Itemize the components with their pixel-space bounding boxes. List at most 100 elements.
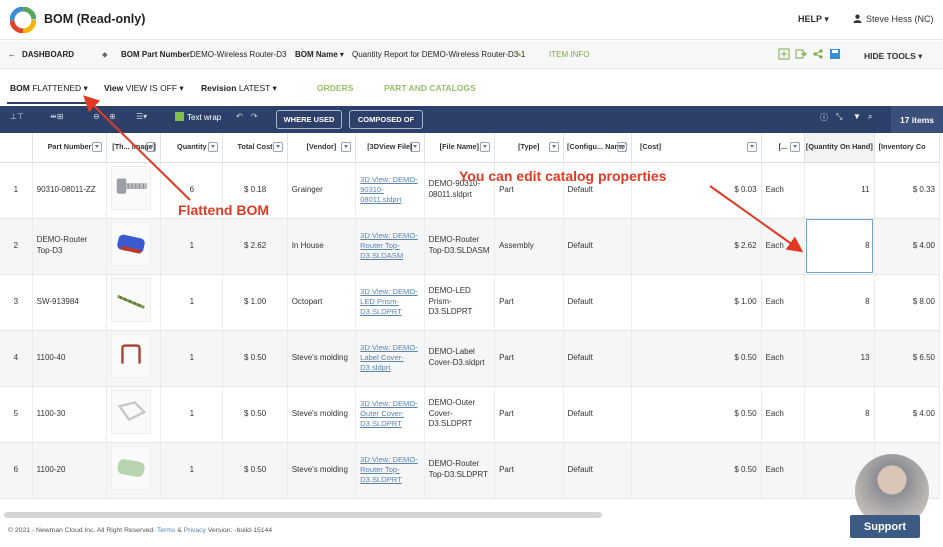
quantity-on-hand-cell[interactable]: 13 [804, 330, 875, 387]
hide-tools-button[interactable]: HIDE TOOLS ▾ [864, 51, 922, 62]
col-header-part-number[interactable]: Part Number [32, 133, 108, 163]
cost-cell[interactable]: $ 1.00 [631, 274, 762, 331]
filter-dropdown-icon[interactable] [790, 142, 801, 152]
quantity-cell[interactable]: 1 [160, 274, 224, 331]
revision-dropdown[interactable]: Revision LATEST ▾ [201, 83, 277, 94]
3dview-link[interactable]: 3D View: DEMO-Router Top-D3.SLDASM [355, 218, 425, 275]
vendor-cell[interactable]: Steve's molding [287, 330, 357, 387]
table-row[interactable]: 3 SW-913984 1 $ 1.00 Octopart 3D View: D… [0, 274, 941, 331]
3dview-link[interactable]: 3D View: DEMO-Router Top-D3.SLDPRT [355, 442, 425, 499]
undo-icon[interactable]: ↶ [236, 112, 243, 127]
quantity-on-hand-cell[interactable]: 8 [804, 386, 875, 443]
back-arrow-icon[interactable]: ← [8, 50, 16, 59]
3dview-link[interactable]: 3D View: DEMO-90310-08011.sldprt [355, 162, 425, 219]
filter-dropdown-icon[interactable] [548, 142, 559, 152]
thumbnail-cell[interactable] [106, 330, 162, 387]
configuration-cell[interactable]: Default [563, 274, 632, 331]
part-number-cell[interactable]: 90310-08011-ZZ [32, 162, 108, 219]
type-cell[interactable]: Assembly [494, 218, 564, 275]
col-header-inventory-cost[interactable]: [Inventory Co [874, 133, 941, 163]
filter-dropdown-icon[interactable] [616, 142, 627, 152]
file-name-cell[interactable]: DEMO-Label Cover-D3.sldprt [424, 330, 496, 387]
col-header-configuration-name[interactable]: [Configu... Name] [563, 133, 632, 163]
cost-cell[interactable]: $ 0.50 [631, 442, 762, 499]
table-row[interactable]: 5 1100-30 1 $ 0.50 Steve's molding 3D Vi… [0, 386, 941, 443]
col-header-file-name[interactable]: [File Name] [424, 133, 496, 163]
unit-cell[interactable]: Each [761, 162, 806, 219]
table-row[interactable]: 6 1100-20 1 $ 0.50 Steve's molding 3D Vi… [0, 442, 941, 499]
3dview-link[interactable]: 3D View: DEMO-Label Cover-D3.sldprt [355, 330, 425, 387]
part-number-cell[interactable]: 1100-30 [32, 386, 108, 443]
expand-tree-icon[interactable]: ⊥⊤ [10, 112, 24, 127]
composed-of-button[interactable]: COMPOSED OF [349, 110, 423, 129]
thumbnail-cell[interactable] [106, 386, 162, 443]
thumbnail-cell[interactable] [106, 218, 162, 275]
configuration-cell[interactable]: Default [563, 386, 632, 443]
align-icon[interactable]: ☰▾ [136, 112, 147, 127]
info-icon[interactable]: ⓘ [820, 112, 828, 127]
where-used-button[interactable]: WHERE USED [276, 110, 342, 129]
col-header-vendor[interactable]: [Vendor] [287, 133, 357, 163]
filter-dropdown-icon[interactable] [746, 142, 757, 152]
unit-cell[interactable]: Each [761, 218, 806, 275]
table-row[interactable]: 2 DEMO-Router Top-D3 1 $ 2.62 In House 3… [0, 218, 941, 275]
zoom-out-icon[interactable]: ⊖ [93, 112, 100, 127]
table-row[interactable]: 4 1100-40 1 $ 0.50 Steve's molding 3D Vi… [0, 330, 941, 387]
filter-dropdown-icon[interactable] [208, 142, 219, 152]
vendor-cell[interactable]: Steve's molding [287, 386, 357, 443]
bom-mode-dropdown[interactable]: BOM FLATTENED ▾ [10, 83, 88, 94]
collapse-icon[interactable]: ⤡ [836, 112, 842, 127]
support-button[interactable]: Support [850, 515, 920, 538]
vendor-cell[interactable]: Octopart [287, 274, 357, 331]
horizontal-scrollbar[interactable] [4, 512, 602, 518]
exit-icon[interactable] [795, 48, 807, 60]
col-header-cost[interactable]: [Cost] [631, 133, 762, 163]
vendor-cell[interactable]: In House [287, 218, 357, 275]
privacy-link[interactable]: Privacy [184, 527, 206, 534]
unit-cell[interactable]: Each [761, 386, 806, 443]
filter-dropdown-icon[interactable] [92, 142, 103, 152]
file-name-cell[interactable]: DEMO-Router Top-D3.SLDASM [424, 218, 496, 275]
quantity-cell[interactable]: 1 [160, 386, 224, 443]
configuration-cell[interactable]: Default [563, 330, 632, 387]
configuration-cell[interactable]: Default [563, 442, 632, 499]
help-menu[interactable]: HELP ▾ [798, 14, 829, 25]
filter-dropdown-icon[interactable] [146, 142, 157, 152]
share-icon[interactable] [812, 48, 824, 60]
thumbnail-cell[interactable] [106, 274, 162, 331]
col-header-total-cost[interactable]: Total Cost [222, 133, 288, 163]
search-icon[interactable]: ⌕ [868, 112, 872, 127]
cost-cell[interactable]: $ 0.50 [631, 330, 762, 387]
part-number-cell[interactable]: SW-913984 [32, 274, 108, 331]
columns-icon[interactable]: ⇹⊞ [50, 112, 63, 127]
vendor-cell[interactable]: Grainger [287, 162, 357, 219]
save-icon[interactable] [829, 48, 841, 60]
file-name-cell[interactable]: DEMO-LED Prism-D3.SLDPRT [424, 274, 496, 331]
quantity-cell[interactable]: 1 [160, 218, 224, 275]
col-header-3dview-file[interactable]: [3DView File] [355, 133, 425, 163]
view-dropdown[interactable]: View VIEW IS OFF ▾ [104, 83, 184, 94]
edit-pencil-icon[interactable]: ✎ [515, 50, 522, 59]
col-header-thumbnail[interactable]: [Th... image] [106, 133, 162, 163]
quantity-on-hand-cell-selected[interactable]: 8 [804, 218, 875, 275]
thumbnail-cell[interactable] [106, 162, 162, 219]
quantity-cell[interactable]: 1 [160, 442, 224, 499]
type-cell[interactable]: Part [494, 330, 564, 387]
part-number-cell[interactable]: DEMO-Router Top-D3 [32, 218, 108, 275]
configuration-cell[interactable]: Default [563, 218, 632, 275]
zoom-in-icon[interactable]: ⊕ [109, 112, 116, 127]
col-header-type[interactable]: [Type] [494, 133, 564, 163]
filter-dropdown-icon[interactable] [409, 142, 420, 152]
text-wrap-toggle[interactable]: Text wrap [175, 112, 221, 127]
part-number-cell[interactable]: 1100-20 [32, 442, 108, 499]
col-header-quantity[interactable]: Quantity [160, 133, 224, 163]
terms-link[interactable]: Terms [157, 527, 176, 534]
cost-cell[interactable]: $ 2.62 [631, 218, 762, 275]
filter-dropdown-icon[interactable] [480, 142, 491, 152]
dashboard-link[interactable]: DASHBOARD [22, 50, 74, 59]
col-header-quantity-on-hand[interactable]: [Quantity On Hand] [804, 133, 875, 163]
unit-cell[interactable]: Each [761, 274, 806, 331]
part-number-cell[interactable]: 1100-40 [32, 330, 108, 387]
filter-icon[interactable]: ▼ [853, 112, 861, 127]
type-cell[interactable]: Part [494, 274, 564, 331]
